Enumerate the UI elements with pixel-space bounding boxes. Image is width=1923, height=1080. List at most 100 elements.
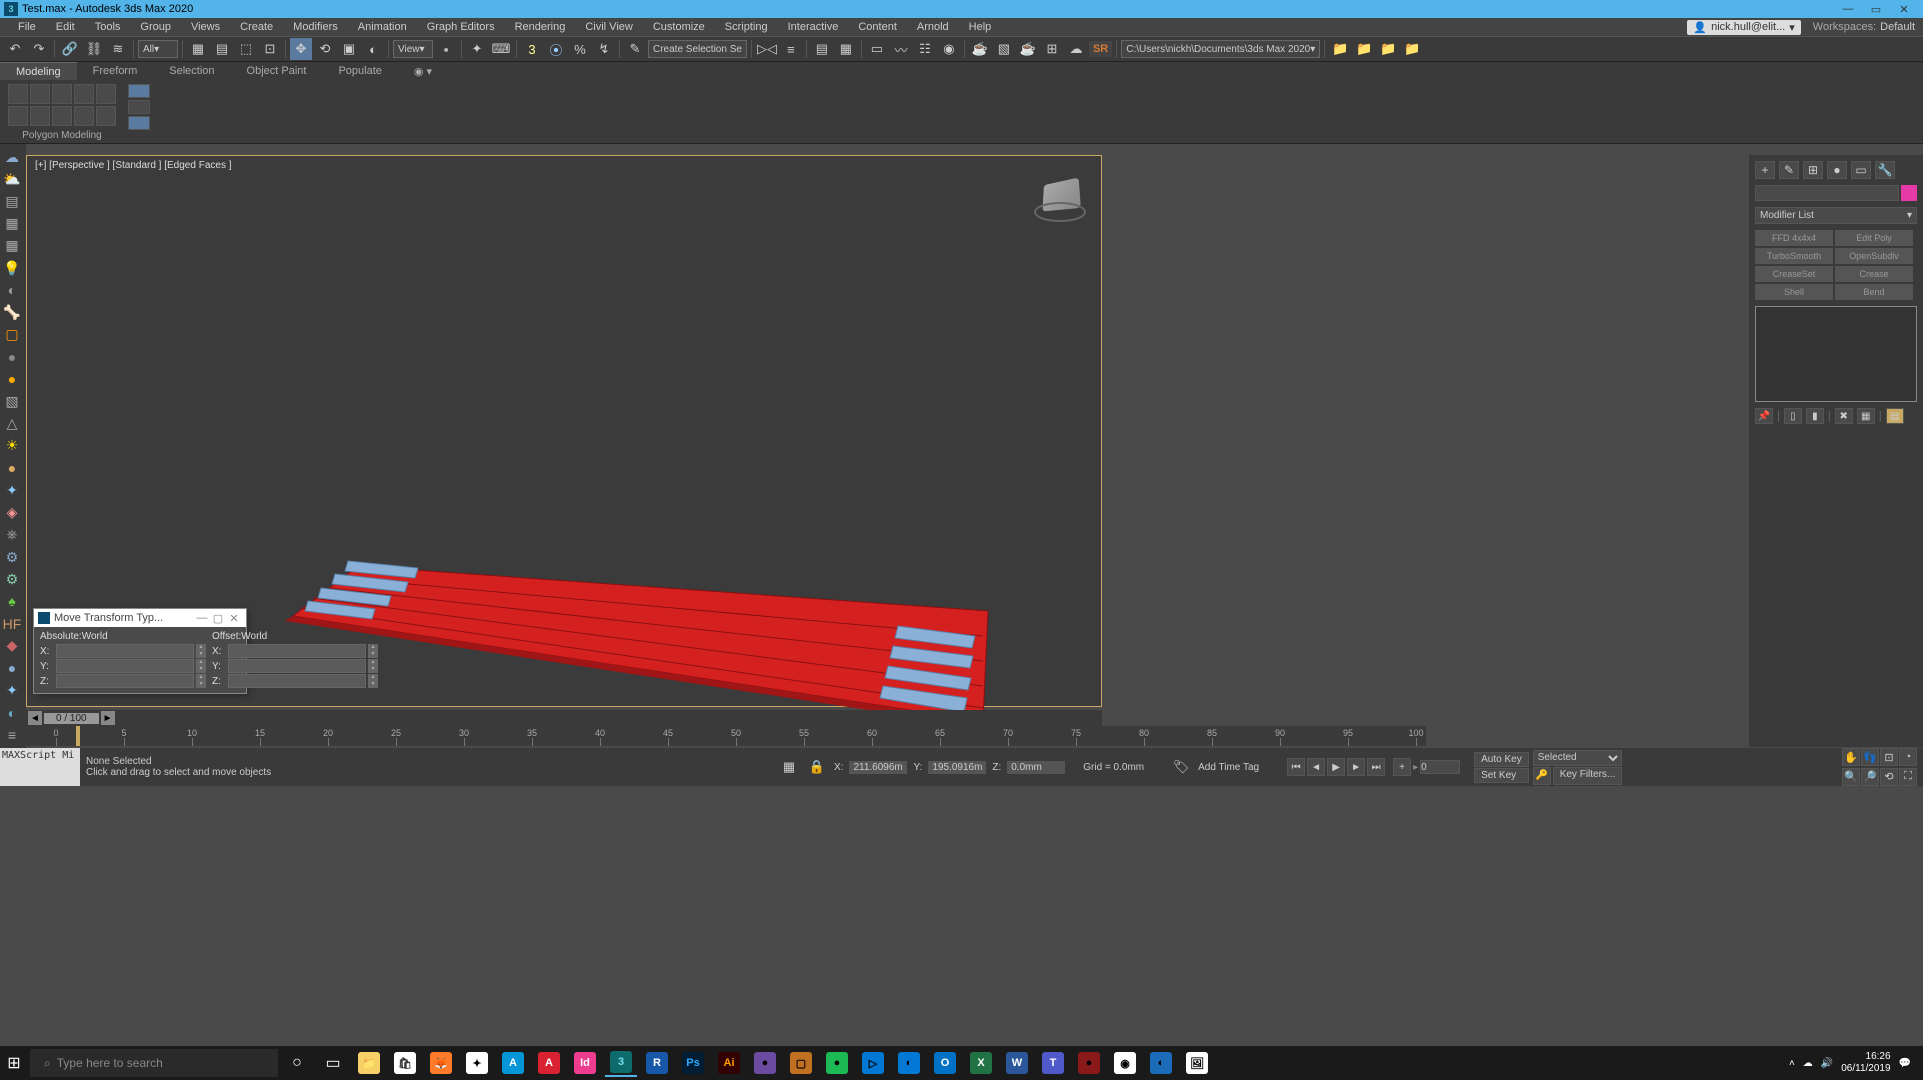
workspace-value[interactable]: Default (1880, 21, 1915, 33)
layer-button[interactable]: ▤ (811, 38, 833, 60)
panel-modify[interactable]: ✎ (1779, 161, 1799, 179)
ref-coord[interactable]: View ▾ (393, 40, 433, 58)
task-blue2[interactable]: ◐ (1145, 1049, 1177, 1077)
mtt-minimize[interactable]: — (194, 612, 210, 624)
ribbon-tab-modeling[interactable]: Modeling (0, 62, 77, 80)
coord-y[interactable]: 195.0916m (928, 761, 986, 774)
li-sparkle2[interactable]: ✦ (2, 681, 22, 699)
angle-snap-button[interactable]: ⦿ (545, 38, 567, 60)
task-spotify[interactable]: ● (821, 1049, 853, 1077)
stack-show[interactable]: ▯ (1784, 408, 1802, 424)
nav-pan[interactable]: ✋ (1842, 748, 1860, 766)
prev-frame[interactable]: ◄ (1307, 758, 1325, 776)
off-x-input[interactable] (228, 644, 366, 658)
task-illustrator[interactable]: Ai (713, 1049, 745, 1077)
ts-handle[interactable]: 0 / 100 (44, 713, 99, 724)
rb-vertex[interactable] (8, 84, 28, 104)
cloud-button[interactable]: ☁ (1065, 38, 1087, 60)
viewport-label[interactable]: [+] [Perspective ] [Standard ] [Edged Fa… (35, 160, 232, 171)
menu-content[interactable]: Content (848, 21, 907, 33)
curve-editor-button[interactable]: 〰 (890, 38, 912, 60)
li-gear1[interactable]: ⚙ (2, 548, 22, 566)
render-frame-button[interactable]: ▧ (993, 38, 1015, 60)
select-rect-button[interactable]: ⬚ (235, 38, 257, 60)
folder2-button[interactable]: 📁 (1353, 38, 1375, 60)
rb-mode1[interactable] (128, 84, 150, 98)
rotate-button[interactable]: ⟲ (314, 38, 336, 60)
link-button[interactable]: 🔗 (59, 38, 81, 60)
menu-rendering[interactable]: Rendering (505, 21, 576, 33)
nav-fov[interactable]: ◔ (1899, 748, 1917, 766)
open-folder-button[interactable]: 📁 (1329, 38, 1351, 60)
tray-volume-icon[interactable]: 🔊 (1821, 1058, 1833, 1069)
render-button[interactable]: ☕ (1017, 38, 1039, 60)
rb-edge[interactable] (30, 84, 50, 104)
off-y-input[interactable] (228, 659, 366, 673)
ribbon-toggle[interactable]: ▭ (866, 38, 888, 60)
ribbon-tab-objectpaint[interactable]: Object Paint (231, 62, 323, 80)
task-3dsmax[interactable]: 3 (605, 1049, 637, 1077)
panel-utilities[interactable]: 🔧 (1875, 161, 1895, 179)
pivot-button[interactable]: ▪ (435, 38, 457, 60)
minimize-button[interactable]: — (1841, 2, 1855, 16)
move-button[interactable]: ✥ (290, 38, 312, 60)
start-button[interactable]: ⊞ (4, 1053, 24, 1073)
menu-grapheditors[interactable]: Graph Editors (417, 21, 505, 33)
mod-ffd[interactable]: FFD 4x4x4 (1755, 230, 1833, 246)
task-firefox[interactable]: 🦊 (425, 1049, 457, 1077)
timeline-ruler[interactable]: 0510152025303540455055606570758085909510… (26, 726, 1426, 746)
folder3-button[interactable]: 📁 (1377, 38, 1399, 60)
li-gold[interactable]: ● (2, 459, 22, 477)
li-blue2[interactable]: ◐ (2, 703, 22, 721)
abs-y-input[interactable] (56, 659, 194, 673)
coord-x[interactable]: 211.6096m (849, 761, 907, 774)
selection-filter[interactable]: All ▾ (138, 40, 178, 58)
unlink-button[interactable]: ⛓ (83, 38, 105, 60)
ts-next[interactable]: ► (101, 711, 115, 725)
li-grass[interactable]: ♠ (2, 592, 22, 610)
project-path[interactable]: C:\Users\nickh\Documents\3ds Max 2020 ▾ (1121, 40, 1320, 58)
panel-motion[interactable]: ● (1827, 161, 1847, 179)
task-autocad[interactable]: A (533, 1049, 565, 1077)
stack-config[interactable]: ▦ (1857, 408, 1875, 424)
li-sphere2[interactable]: ● (2, 370, 22, 388)
mtt-close[interactable]: ✕ (226, 612, 242, 625)
placement-button[interactable]: ◐ (362, 38, 384, 60)
mod-crease[interactable]: Crease (1835, 266, 1913, 282)
object-color[interactable] (1901, 185, 1917, 201)
li-uvw[interactable]: ▧ (2, 392, 22, 410)
panel-display[interactable]: ▭ (1851, 161, 1871, 179)
task-store[interactable]: 🛍 (389, 1049, 421, 1077)
li-light[interactable]: 💡 (2, 259, 22, 277)
li-blue1[interactable]: ● (2, 659, 22, 677)
panel-hierarchy[interactable]: ⊞ (1803, 161, 1823, 179)
ribbon-tab-selection[interactable]: Selection (153, 62, 230, 80)
edit-sel-button[interactable]: ✎ (624, 38, 646, 60)
rb-polygon[interactable] (74, 84, 94, 104)
viewcube[interactable] (1035, 172, 1085, 222)
frame-marker[interactable] (76, 726, 80, 746)
task-explorer[interactable]: 📁 (353, 1049, 385, 1077)
mirror-button[interactable]: ▷◁ (756, 38, 778, 60)
abs-x-input[interactable] (56, 644, 194, 658)
mod-shell[interactable]: Shell (1755, 284, 1833, 300)
menu-group[interactable]: Group (130, 21, 181, 33)
nav-zoom-ext[interactable]: ⊡ (1880, 748, 1898, 766)
menu-create[interactable]: Create (230, 21, 283, 33)
menu-modifiers[interactable]: Modifiers (283, 21, 348, 33)
redo-button[interactable]: ↷ (28, 38, 50, 60)
rb-element[interactable] (96, 84, 116, 104)
rb-e2[interactable] (30, 106, 50, 126)
rb-mode3[interactable] (128, 116, 150, 130)
nav-orbit[interactable]: ⟲ (1880, 768, 1898, 786)
align-button[interactable]: ≡ (780, 38, 802, 60)
search-box[interactable]: ⌕ Type here to search (30, 1049, 278, 1077)
task-purple[interactable]: ● (749, 1049, 781, 1077)
task-word[interactable]: W (1001, 1049, 1033, 1077)
li-vine[interactable]: ⎈ (2, 526, 22, 544)
rb-border[interactable] (52, 84, 72, 104)
next-frame[interactable]: ► (1347, 758, 1365, 776)
li-grid2[interactable]: ▦ (2, 237, 22, 255)
render-setup-button[interactable]: ☕ (969, 38, 991, 60)
auto-key-button[interactable]: Auto Key (1474, 752, 1529, 767)
